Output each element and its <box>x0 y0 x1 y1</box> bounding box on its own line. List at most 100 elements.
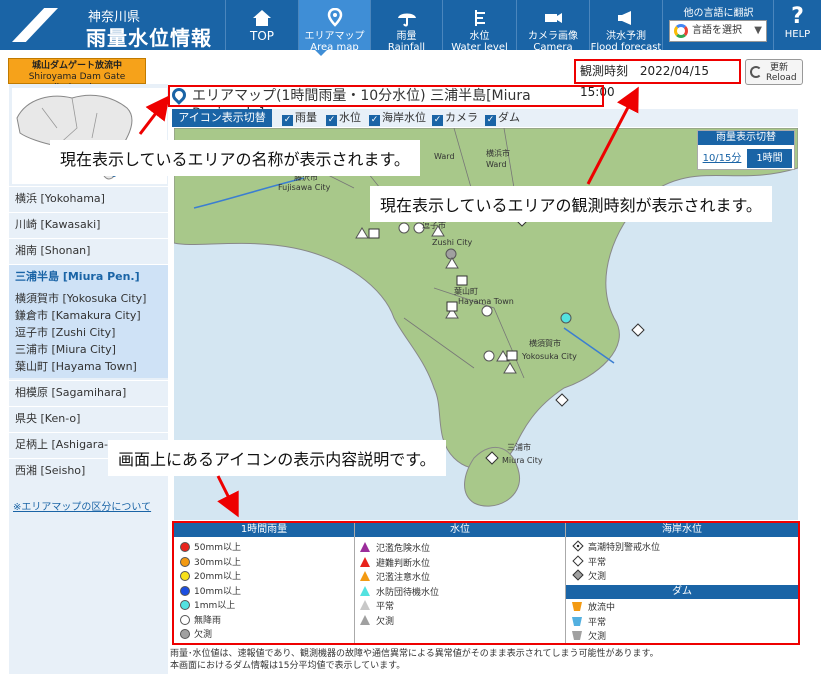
legend-dam-item: 平常 <box>572 617 606 629</box>
sidebar-item-yokohama[interactable]: 横浜 [Yokohama] <box>9 186 168 211</box>
legend-dam-item: 放流中 <box>572 602 615 614</box>
map-label-yokosuka-en: Yokosuka City <box>522 352 577 361</box>
site-title: 雨量水位情報 <box>86 26 212 50</box>
legend-label: 避難判断水位 <box>376 559 431 569</box>
toggle-label: カメラ <box>445 111 478 124</box>
legend-water-title: 水位 <box>355 523 565 537</box>
legend-label: 欠測 <box>588 632 607 642</box>
nav-flood-forecast[interactable]: 洪水予測 Flood forecast <box>589 0 662 53</box>
legend-rain-item: 1mm以上 <box>180 600 235 612</box>
sidebar-sub-hayama[interactable]: 葉山町 [Hayama Town] <box>15 358 137 374</box>
sidebar-item-sagamihara[interactable]: 相模原 [Sagamihara] <box>9 380 168 405</box>
water-triangle-icon <box>360 571 370 581</box>
legend-rain-item: 欠測 <box>180 629 212 641</box>
reload-ja: 更新 <box>770 63 789 73</box>
sidebar-sub-miura[interactable]: 三浦市 [Miura City] <box>15 341 116 357</box>
toggle-coast-level[interactable]: ✓ 海岸水位 <box>369 110 426 126</box>
sidebar-sub-yokosuka[interactable]: 横須賀市 [Yokosuka City] <box>15 290 146 306</box>
coast-diamond-icon <box>572 555 584 567</box>
sidebar-current-label: 三浦半島 [Miura Pen.] <box>15 270 140 283</box>
water-triangle-icon <box>360 615 370 625</box>
reload-en: Reload <box>766 73 797 83</box>
map-label-hayama-ja: 葉山町 <box>454 287 478 296</box>
dam-button-ja: 城山ダムゲート放流中 <box>31 61 122 71</box>
legend-label: 1mm以上 <box>194 601 236 611</box>
google-icon <box>674 24 688 38</box>
toggle-water-level[interactable]: ✓ 水位 <box>326 110 361 126</box>
help-button[interactable]: ? HELP <box>773 0 821 50</box>
checkbox-icon: ✓ <box>282 115 293 126</box>
legend-rain-item: 無降雨 <box>180 615 221 627</box>
nav-rainfall[interactable]: 雨量 Rainfall <box>370 0 442 53</box>
legend-coast-item: 欠測 <box>572 569 607 583</box>
disclaimer-note: 雨量･水位値は、速報値であり、観測機器の故障や通信異常による異常値がそのまま表示… <box>170 648 800 672</box>
rain-toggle-1hour[interactable]: 1時間 <box>747 149 792 168</box>
legend-divider <box>565 523 566 643</box>
rain-dot-icon <box>180 629 190 639</box>
map-label-ward: Ward <box>434 152 455 161</box>
language-select-label: 言語を選択 <box>692 25 742 36</box>
dam-icon <box>572 602 582 611</box>
water-gauge-icon <box>474 10 485 26</box>
area-division-link[interactable]: ※エリアマップの区分について <box>13 498 151 513</box>
water-triangle-icon <box>360 600 370 610</box>
nav-area-map[interactable]: エリアマップ Area map <box>298 0 370 53</box>
map-label-zushi-en: Zushi City <box>432 238 473 247</box>
reload-button[interactable]: 更新 Reload <box>745 59 803 85</box>
dam-icon <box>572 617 582 626</box>
toggle-camera[interactable]: ✓ カメラ <box>432 110 478 126</box>
sidebar-item-kawasaki[interactable]: 川崎 [Kawasaki] <box>9 212 168 237</box>
rain-toggle-10-15min[interactable]: 10/15分 <box>701 149 743 168</box>
legend-water-item: 氾濫注意水位 <box>360 571 430 584</box>
legend-label: 欠測 <box>588 572 607 582</box>
sidebar-item-ken-o[interactable]: 県央 [Ken-o] <box>9 406 168 431</box>
legend-coast-title: 海岸水位 <box>566 523 798 537</box>
map-label-yokosuka-ja: 横須賀市 <box>529 339 561 348</box>
legend-water-item: 平常 <box>360 600 394 613</box>
rain-dot-icon <box>180 600 190 610</box>
site-logo[interactable]: 神奈川県 雨量水位情報 <box>0 0 225 50</box>
rain-dot-icon <box>180 615 190 625</box>
rain-dot-icon <box>180 586 190 596</box>
icon-toggle-label: アイコン表示切替 <box>172 109 272 127</box>
legend-dam-item: 欠測 <box>572 631 606 643</box>
nav-camera-image[interactable]: カメラ画像 Camera image <box>516 0 589 64</box>
toggle-dam[interactable]: ✓ ダム <box>485 110 520 126</box>
checkbox-icon: ✓ <box>432 115 443 126</box>
dropdown-arrow-icon: ▼ <box>754 25 762 36</box>
legend-label: 欠測 <box>376 617 395 627</box>
nav-top[interactable]: TOP <box>225 0 298 50</box>
note-line: 雨量･水位値は、速報値であり、観測機器の故障や通信異常による異常値がそのまま表示… <box>170 649 659 659</box>
map-label-miura-ja: 三浦市 <box>507 443 531 452</box>
map-pin-icon <box>327 8 342 27</box>
umbrella-icon <box>397 13 416 27</box>
nav-water-level[interactable]: 水位 Water level <box>442 0 516 53</box>
checkbox-icon: ✓ <box>369 115 380 126</box>
legend-coast-item: 平常 <box>572 555 607 569</box>
toggle-label: 海岸水位 <box>382 111 426 124</box>
rain-dot-icon <box>180 542 190 552</box>
legend-label: 無降雨 <box>194 616 222 626</box>
sidebar-sub-kamakura[interactable]: 鎌倉市 [Kamakura City] <box>15 307 141 323</box>
map-label-ward2: Ward <box>486 160 507 169</box>
language-select[interactable]: 言語を選択 ▼ <box>669 20 767 42</box>
camera-icon <box>545 13 562 23</box>
callout-legend: 画面上にあるアイコンの表示内容説明です。 <box>108 440 446 476</box>
map-legend: 1時間雨量 水位 海岸水位 50mm以上 30mm以上 20mm以上 10mm以… <box>172 521 800 645</box>
legend-coast-item: 高潮特別警戒水位 <box>572 540 660 554</box>
checkbox-icon: ✓ <box>485 115 496 126</box>
dam-icon <box>572 631 582 640</box>
toggle-rainfall[interactable]: ✓ 雨量 <box>282 110 317 126</box>
legend-label: 平常 <box>588 558 607 568</box>
coast-diamond-icon <box>572 540 584 552</box>
note-line: 本画面におけるダム情報は15分平均値で表示しています。 <box>170 661 406 671</box>
dam-discharge-button[interactable]: 城山ダムゲート放流中 Shiroyama Dam Gate dischargin… <box>8 58 146 93</box>
legend-label: 20mm以上 <box>194 572 241 582</box>
observation-label: 観測時刻 <box>580 64 629 78</box>
legend-rain-item: 10mm以上 <box>180 586 241 598</box>
legend-label: 平常 <box>588 618 607 628</box>
legend-water-item: 水防団待機水位 <box>360 586 439 599</box>
sidebar-sub-zushi[interactable]: 逗子市 [Zushi City] <box>15 324 115 340</box>
megaphone-icon <box>618 11 631 25</box>
sidebar-item-shonan[interactable]: 湘南 [Shonan] <box>9 238 168 263</box>
